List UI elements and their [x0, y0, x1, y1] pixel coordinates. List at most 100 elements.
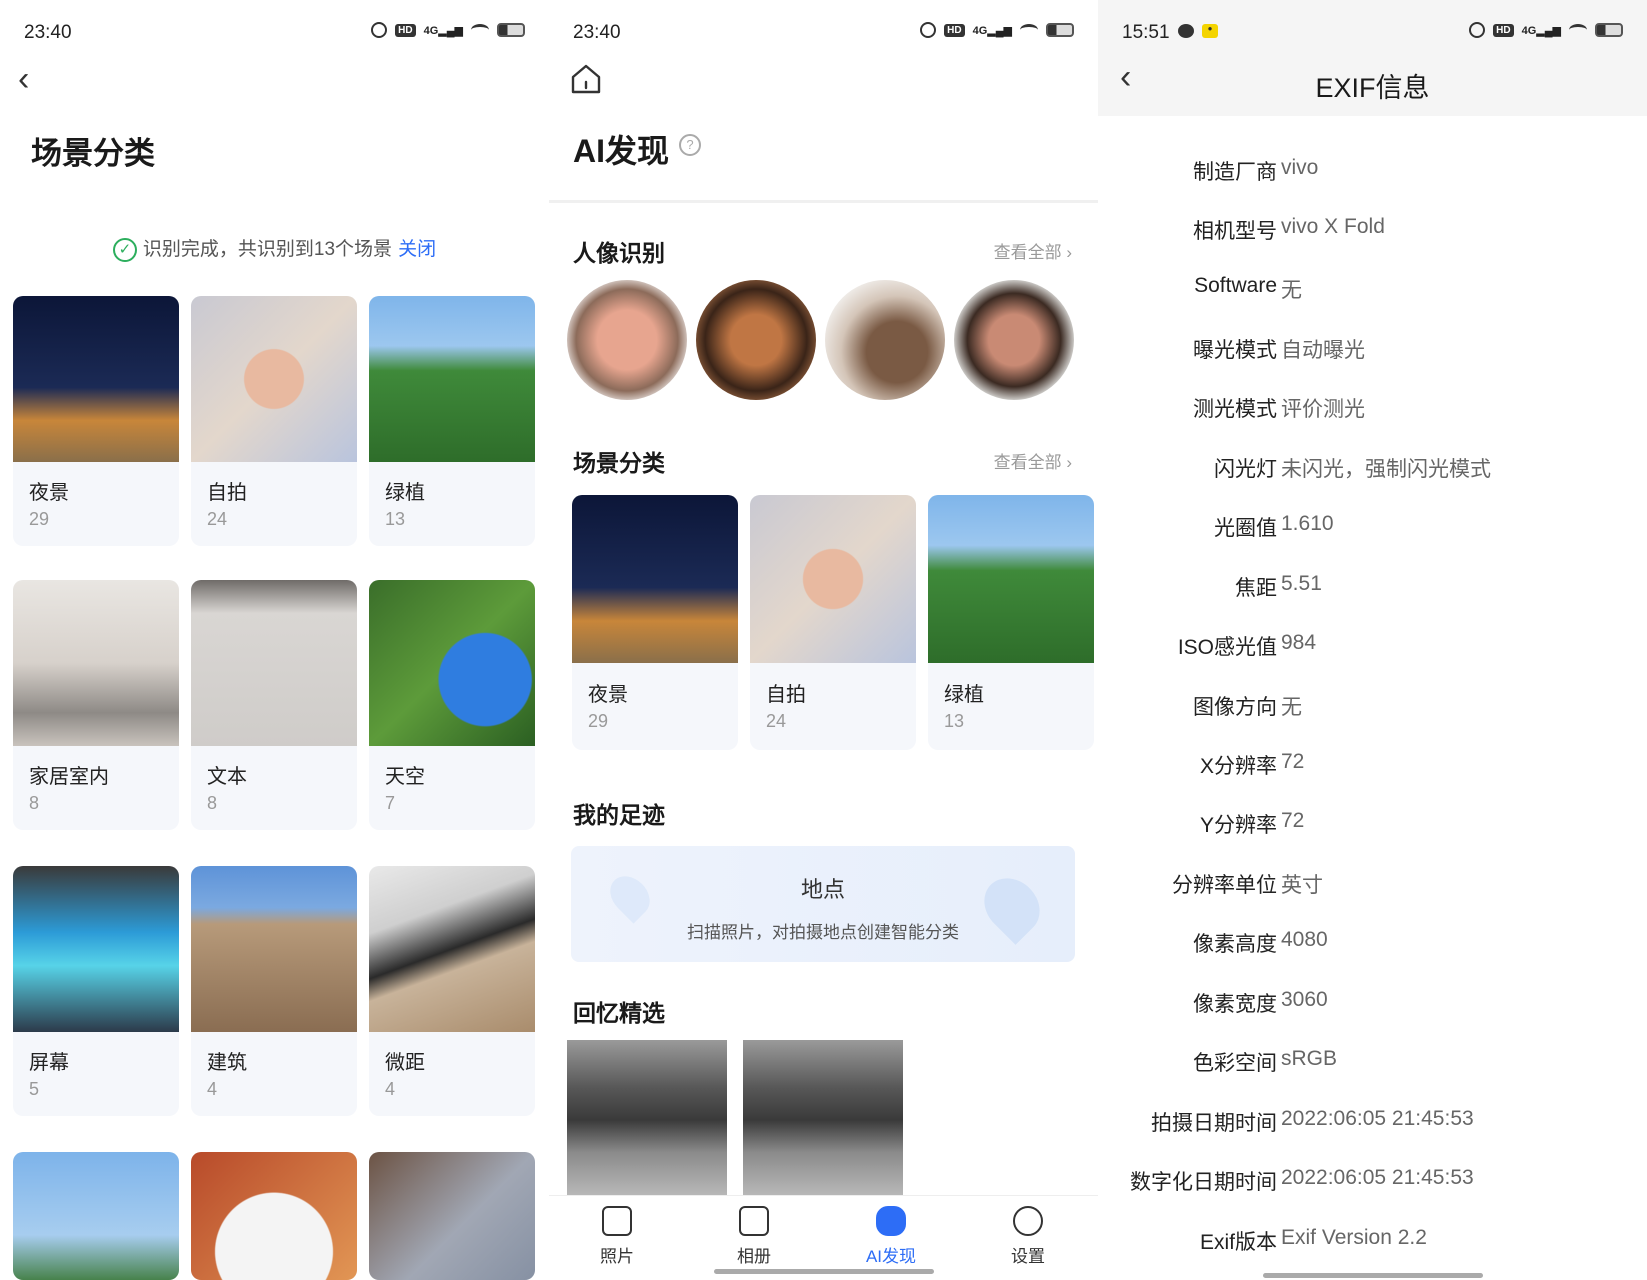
exif-value: 无	[1281, 696, 1302, 719]
scene-card-selfie[interactable]: 自拍 24	[191, 296, 357, 546]
exif-key: 像素宽度	[1193, 993, 1277, 1016]
exif-row: 闪光灯 未闪光，强制闪光模式	[1098, 453, 1647, 493]
exif-key: 制造厂商	[1193, 161, 1277, 184]
scene-thumbnail	[750, 495, 916, 663]
view-all-faces-link[interactable]: 查看全部 ›	[994, 238, 1072, 263]
exif-row: 图像方向无	[1098, 691, 1647, 731]
page-title: 场景分类	[31, 136, 155, 171]
status-bar: 15:51 ● HD 4G▂▄▆	[1098, 18, 1647, 48]
wifi-icon	[1569, 24, 1587, 36]
exif-value: vivo X Fold	[1281, 215, 1385, 238]
scene-card-text[interactable]: 文本 8	[191, 580, 357, 830]
signal-icon: 4G▂▄▆	[972, 24, 1012, 37]
face-avatar[interactable]	[954, 280, 1074, 400]
page-title: EXIF信息	[1315, 73, 1430, 103]
scene-card-screen[interactable]: 屏幕 5	[13, 866, 179, 1116]
status-icons: HD 4G▂▄▆	[920, 22, 1074, 38]
tab-ai-discover[interactable]: AI发现	[846, 1206, 936, 1267]
scene-card-macro[interactable]: 微距 4	[369, 866, 535, 1116]
status-icons: HD 4G▂▄▆	[371, 22, 525, 38]
exif-value: 3060	[1281, 988, 1328, 1011]
exif-key: ISO感光值	[1177, 636, 1277, 659]
scene-name: 绿植	[944, 684, 984, 706]
face-avatar[interactable]	[567, 280, 687, 400]
face-avatar[interactable]	[825, 280, 945, 400]
scene-card-night[interactable]: 夜景 29	[13, 296, 179, 546]
scene-name: 绿植	[385, 482, 425, 504]
memory-thumbnail[interactable]	[743, 1040, 903, 1200]
wifi-icon	[1020, 24, 1038, 36]
photo-icon	[602, 1206, 632, 1236]
section-title-footprint: 我的足迹	[573, 802, 665, 828]
exif-row: Exif版本 Exif Version 2.2	[1098, 1226, 1647, 1266]
signal-icon: 4G▂▄▆	[1521, 24, 1561, 37]
exif-value: 72	[1281, 809, 1305, 832]
tab-settings[interactable]: 设置	[983, 1206, 1073, 1267]
exif-list: 制造厂商 vivo 相机型号 vivo X Fold Software 无 曝光模式自…	[1098, 116, 1647, 1280]
tab-photos[interactable]: 照片	[572, 1206, 662, 1267]
tab-label: AI发现	[865, 1247, 917, 1266]
exif-value: sRGB	[1281, 1047, 1338, 1070]
gear-icon	[1013, 1206, 1043, 1236]
scene-thumbnail	[191, 296, 357, 462]
scene-card-plant[interactable]: 绿植 13	[369, 296, 535, 546]
battery-icon	[497, 23, 525, 37]
scene-card-partial[interactable]	[191, 1152, 357, 1280]
exif-row: Software 无	[1098, 274, 1647, 314]
scene-count: 4	[385, 1079, 396, 1099]
status-bar: 23:40 HD 4G▂▄▆	[0, 18, 549, 48]
scene-card-night[interactable]: 夜景 29	[572, 495, 738, 750]
exif-value: 自动曝光	[1281, 339, 1365, 362]
scene-name: 建筑	[207, 1052, 247, 1074]
scene-card-partial[interactable]	[369, 1152, 535, 1280]
app-notification-icon: ●	[1202, 24, 1218, 38]
exif-value: vivo	[1281, 156, 1319, 179]
scene-thumbnail	[13, 866, 179, 1032]
alarm-icon	[371, 22, 388, 38]
scene-count: 13	[385, 509, 406, 529]
close-link[interactable]: 关闭	[398, 239, 436, 260]
status-icons: HD 4G▂▄▆	[1469, 22, 1623, 38]
scene-thumbnail	[369, 866, 535, 1032]
help-icon[interactable]: ?	[679, 134, 701, 156]
recognition-notice: ✓ 识别完成，共识别到13个场景 关闭	[0, 234, 549, 262]
album-icon	[739, 1206, 769, 1236]
section-title-faces: 人像识别	[573, 240, 665, 266]
exif-row: 相机型号 vivo X Fold	[1098, 215, 1647, 255]
scene-card-sky[interactable]: 天空 7	[369, 580, 535, 830]
tab-label: 相册	[737, 1247, 771, 1266]
exif-row: 数字化日期时间 2022:06:05 21:45:53	[1098, 1166, 1647, 1206]
scene-count: 8	[207, 793, 218, 813]
alarm-icon	[920, 22, 937, 38]
memory-thumbnail[interactable]	[567, 1040, 727, 1200]
status-time: 15:51	[1122, 22, 1170, 43]
scene-card-selfie[interactable]: 自拍 24	[750, 495, 916, 750]
scene-card-partial[interactable]	[13, 1152, 179, 1280]
face-avatar[interactable]	[696, 280, 816, 400]
tab-label: 设置	[1011, 1247, 1045, 1266]
view-all-scenes-link[interactable]: 查看全部 ›	[994, 448, 1072, 473]
scene-count: 7	[385, 793, 396, 813]
scene-thumbnail	[369, 296, 535, 462]
scene-card-plant[interactable]: 绿植 13	[928, 495, 1094, 750]
check-circle-icon: ✓	[112, 237, 137, 262]
scene-count: 5	[29, 1079, 40, 1099]
location-card[interactable]: 地点 扫描照片，对拍摄地点创建智能分类	[571, 846, 1075, 962]
scene-card-building[interactable]: 建筑 4	[191, 866, 357, 1116]
exif-row: ISO感光值 984	[1098, 631, 1647, 671]
back-icon[interactable]: ‹	[18, 60, 29, 99]
exif-value: 984	[1281, 631, 1317, 654]
exif-row: 像素高度 4080	[1098, 928, 1647, 968]
scene-name: 屏幕	[29, 1052, 69, 1074]
scene-count: 29	[588, 711, 609, 731]
exif-key: 拍摄日期时间	[1151, 1112, 1277, 1135]
exif-key: 曝光模式	[1193, 339, 1277, 362]
scene-card-home[interactable]: 家居室内 8	[13, 580, 179, 830]
scene-name: 天空	[385, 766, 425, 788]
scene-name: 自拍	[766, 684, 806, 706]
tab-albums[interactable]: 相册	[709, 1206, 799, 1267]
battery-icon	[1595, 23, 1623, 37]
home-icon[interactable]	[569, 62, 603, 96]
exif-key: 分辨率单位	[1172, 874, 1277, 897]
scene-thumbnail	[369, 1152, 535, 1280]
